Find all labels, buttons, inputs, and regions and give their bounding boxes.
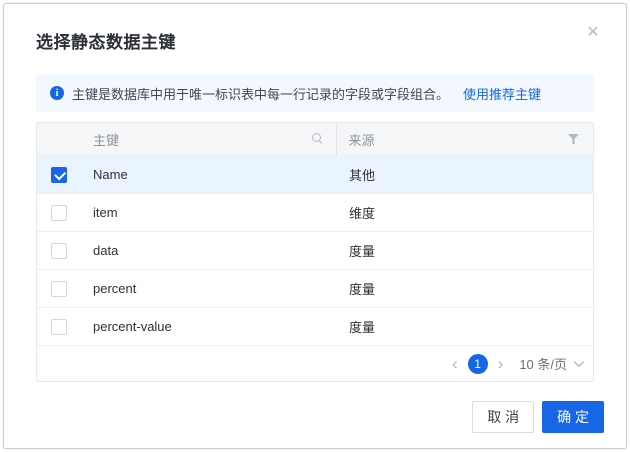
row-key-cell: percent-value: [81, 319, 337, 334]
use-recommended-key-link[interactable]: 使用推荐主键: [463, 84, 541, 103]
row-checkbox[interactable]: [51, 243, 67, 259]
dialog-footer: 取 消 确 定: [4, 401, 626, 448]
row-key-cell: percent: [81, 281, 337, 296]
info-banner-text: 主键是数据库中用于唯一标识表中每一行记录的字段或字段组合。: [72, 84, 449, 103]
row-checkbox[interactable]: [51, 167, 67, 183]
table-row[interactable]: percent-value 度量: [37, 307, 593, 345]
pagination-page-1[interactable]: 1: [468, 354, 488, 374]
info-icon: i: [50, 86, 64, 100]
select-primary-key-dialog: ✕ 选择静态数据主键 i 主键是数据库中用于唯一标识表中每一行记录的字段或字段组…: [3, 3, 627, 449]
row-source-cell: 度量: [337, 279, 593, 298]
page-size-select[interactable]: 10 条/页: [519, 354, 581, 373]
pagination: ‹ 1 › 10 条/页: [37, 345, 593, 381]
dialog-title: 选择静态数据主键: [36, 28, 594, 53]
page-size-label: 10 条/页: [519, 354, 567, 373]
pagination-next-icon[interactable]: ›: [496, 355, 506, 372]
close-icon[interactable]: ✕: [582, 22, 604, 44]
row-checkbox[interactable]: [51, 281, 67, 297]
column-header-source: 来源: [337, 123, 594, 155]
header-checkbox-column: [37, 123, 81, 155]
column-header-key: 主键: [81, 123, 337, 155]
info-banner: i 主键是数据库中用于唯一标识表中每一行记录的字段或字段组合。 使用推荐主键: [36, 74, 594, 112]
row-checkbox[interactable]: [51, 205, 67, 221]
filter-icon[interactable]: [568, 134, 579, 144]
column-header-source-label: 来源: [349, 130, 375, 149]
row-source-cell: 度量: [337, 317, 593, 336]
row-source-cell: 其他: [337, 165, 593, 184]
screen: ✕ 选择静态数据主键 i 主键是数据库中用于唯一标识表中每一行记录的字段或字段组…: [0, 0, 630, 452]
row-key-cell: Name: [81, 167, 337, 182]
row-key-cell: item: [81, 205, 337, 220]
row-checkbox[interactable]: [51, 319, 67, 335]
search-icon[interactable]: [312, 133, 324, 145]
table-row[interactable]: Name 其他: [37, 155, 593, 193]
primary-key-table: 主键 来源 Name 其他 item 维度 data: [36, 122, 594, 382]
pagination-prev-icon[interactable]: ‹: [450, 355, 460, 372]
table-row[interactable]: item 维度: [37, 193, 593, 231]
row-source-cell: 维度: [337, 203, 593, 222]
column-header-key-label: 主键: [93, 130, 119, 149]
chevron-down-icon: [574, 357, 584, 367]
cancel-button[interactable]: 取 消: [472, 401, 534, 433]
table-header: 主键 来源: [37, 123, 593, 155]
dialog-header: 选择静态数据主键: [4, 4, 626, 53]
table-row[interactable]: percent 度量: [37, 269, 593, 307]
table-row[interactable]: data 度量: [37, 231, 593, 269]
row-source-cell: 度量: [337, 241, 593, 260]
row-key-cell: data: [81, 243, 337, 258]
confirm-button[interactable]: 确 定: [542, 401, 604, 433]
